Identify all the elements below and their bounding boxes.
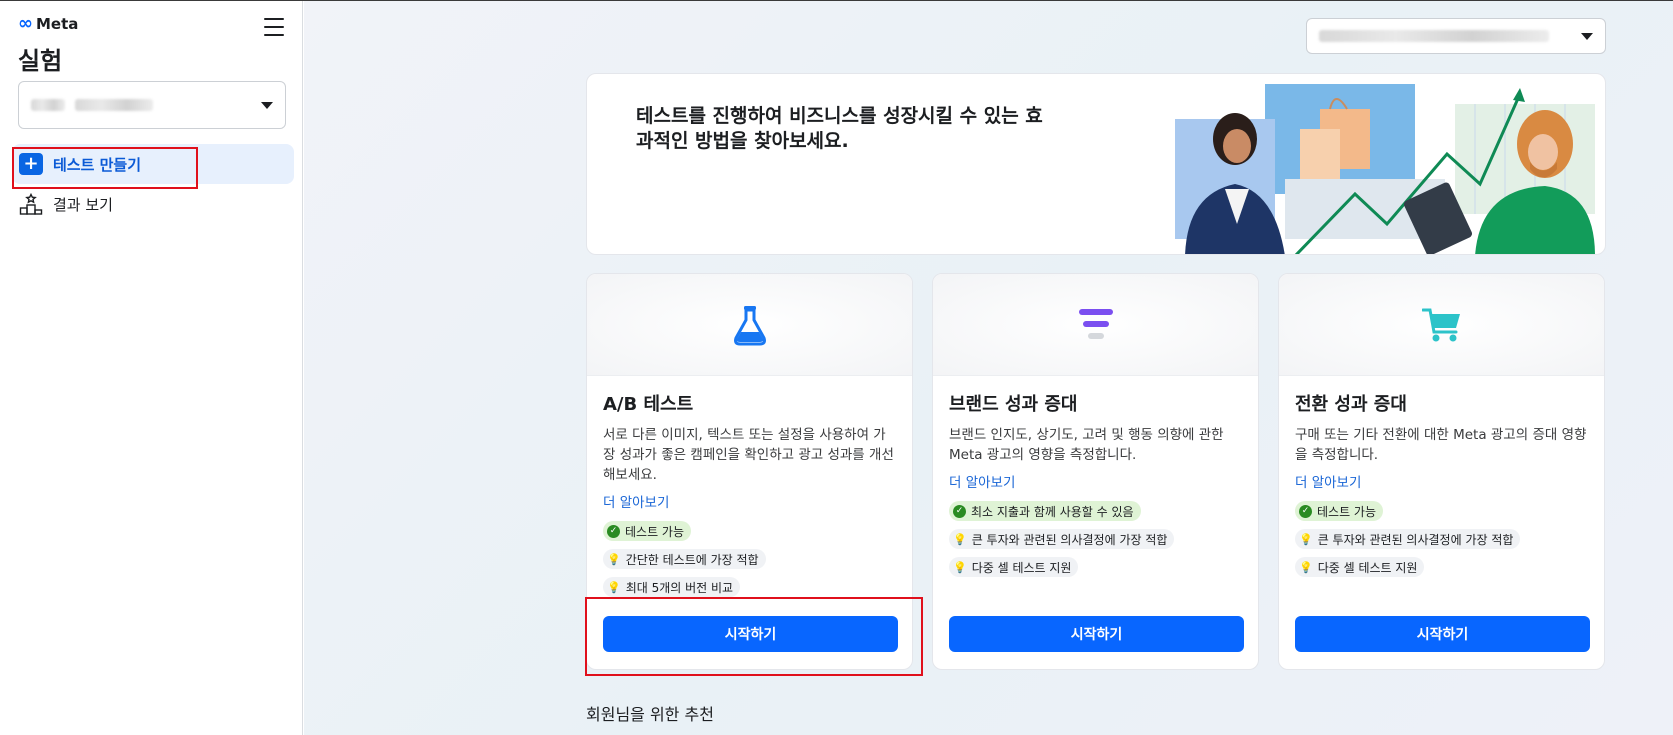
account-redacted-prefix xyxy=(31,99,65,111)
lightbulb-icon: 💡 xyxy=(953,532,967,546)
card-title: 브랜드 성과 증대 xyxy=(949,394,1078,415)
card-icon-area xyxy=(587,274,912,376)
card-ab-test: A/B 테스트 서로 다른 이미지, 텍스트 또는 설정을 사용하여 가장 성과… xyxy=(586,273,913,670)
hero-illustration xyxy=(1175,84,1595,254)
top-account-redacted xyxy=(1319,30,1549,42)
plus-icon: + xyxy=(19,153,43,175)
feature-tag: 💡 큰 투자와 관련된 의사결정에 가장 적합 xyxy=(949,529,1175,549)
card-conversion-lift: 전환 성과 증대 구매 또는 기타 전환에 대한 Meta 광고의 증대 영향을… xyxy=(1278,273,1605,670)
page-title: 실험 xyxy=(18,47,63,75)
nav-create-test[interactable]: + 테스트 만들기 xyxy=(12,144,294,184)
status-badge: ✓ 테스트 가능 xyxy=(1295,501,1384,521)
start-button-ab-test[interactable]: 시작하기 xyxy=(603,616,898,652)
flask-icon xyxy=(733,305,766,345)
funnel-icon xyxy=(1078,308,1113,339)
card-description: 구매 또는 기타 전환에 대한 Meta 광고의 증대 영향을 측정합니다. xyxy=(1295,427,1587,463)
card-icon-area xyxy=(933,274,1258,376)
check-icon: ✓ xyxy=(953,504,966,518)
feature-tag: 💡 큰 투자와 관련된 의사결정에 가장 적합 xyxy=(1295,529,1521,549)
start-button-brand-lift[interactable]: 시작하기 xyxy=(949,616,1244,652)
feature-tag: 💡 최대 5개의 버전 비교 xyxy=(603,577,741,597)
learn-more-link[interactable]: 더 알아보기 xyxy=(949,471,1015,491)
recommendations-heading: 회원님을 위한 추천 xyxy=(586,705,714,724)
cart-icon xyxy=(1421,308,1460,341)
meta-logo[interactable]: ∞ Meta xyxy=(18,13,79,34)
account-dropdown[interactable] xyxy=(18,81,286,129)
lightbulb-icon: 💡 xyxy=(607,552,621,566)
feature-tag: 💡 다중 셀 테스트 지원 xyxy=(949,557,1079,577)
hamburger-menu-icon[interactable] xyxy=(264,18,284,36)
start-button-conversion-lift[interactable]: 시작하기 xyxy=(1295,616,1590,652)
hero-headline: 테스트를 진행하여 비즈니스를 성장시킬 수 있는 효과적인 방법을 찾아보세요… xyxy=(636,105,1043,152)
sidebar: ∞ Meta 실험 + 테스트 만들기 결과 보기 xyxy=(0,1,303,735)
check-icon: ✓ xyxy=(1299,504,1312,518)
status-badge: ✓ 테스트 가능 xyxy=(603,521,692,541)
card-icon-area xyxy=(1279,274,1604,376)
account-redacted-name xyxy=(75,99,153,111)
feature-tag: 💡 다중 셀 테스트 지원 xyxy=(1295,557,1425,577)
results-icon xyxy=(19,193,43,215)
nav-view-results-label: 결과 보기 xyxy=(53,195,113,214)
check-icon: ✓ xyxy=(607,524,620,538)
chevron-down-icon xyxy=(261,101,273,109)
learn-more-link[interactable]: 더 알아보기 xyxy=(1295,471,1361,491)
lightbulb-icon: 💡 xyxy=(953,560,967,574)
feature-tag: 💡 간단한 테스트에 가장 적합 xyxy=(603,549,766,569)
meta-logo-text: Meta xyxy=(36,15,79,33)
card-title: A/B 테스트 xyxy=(603,394,694,415)
nav-view-results[interactable]: 결과 보기 xyxy=(12,184,294,224)
card-description: 브랜드 인지도, 상기도, 고려 및 행동 의향에 관한 Meta 광고의 영향… xyxy=(949,427,1224,463)
meta-infinity-icon: ∞ xyxy=(18,13,33,34)
lightbulb-icon: 💡 xyxy=(1299,560,1313,574)
hero-banner: 테스트를 진행하여 비즈니스를 성장시킬 수 있는 효과적인 방법을 찾아보세요… xyxy=(586,73,1606,255)
top-account-dropdown[interactable] xyxy=(1306,18,1606,54)
card-brand-lift: 브랜드 성과 증대 브랜드 인지도, 상기도, 고려 및 행동 의향에 관한 M… xyxy=(932,273,1259,670)
learn-more-link[interactable]: 더 알아보기 xyxy=(603,491,669,511)
nav-create-test-label: 테스트 만들기 xyxy=(53,155,142,174)
card-title: 전환 성과 증대 xyxy=(1295,394,1407,415)
lightbulb-icon: 💡 xyxy=(1299,532,1313,546)
lightbulb-icon: 💡 xyxy=(607,580,621,594)
status-badge: ✓ 최소 지출과 함께 사용할 수 있음 xyxy=(949,501,1141,521)
card-description: 서로 다른 이미지, 텍스트 또는 설정을 사용하여 가장 성과가 좋은 캠페인… xyxy=(603,427,894,483)
chevron-down-icon xyxy=(1581,32,1593,40)
